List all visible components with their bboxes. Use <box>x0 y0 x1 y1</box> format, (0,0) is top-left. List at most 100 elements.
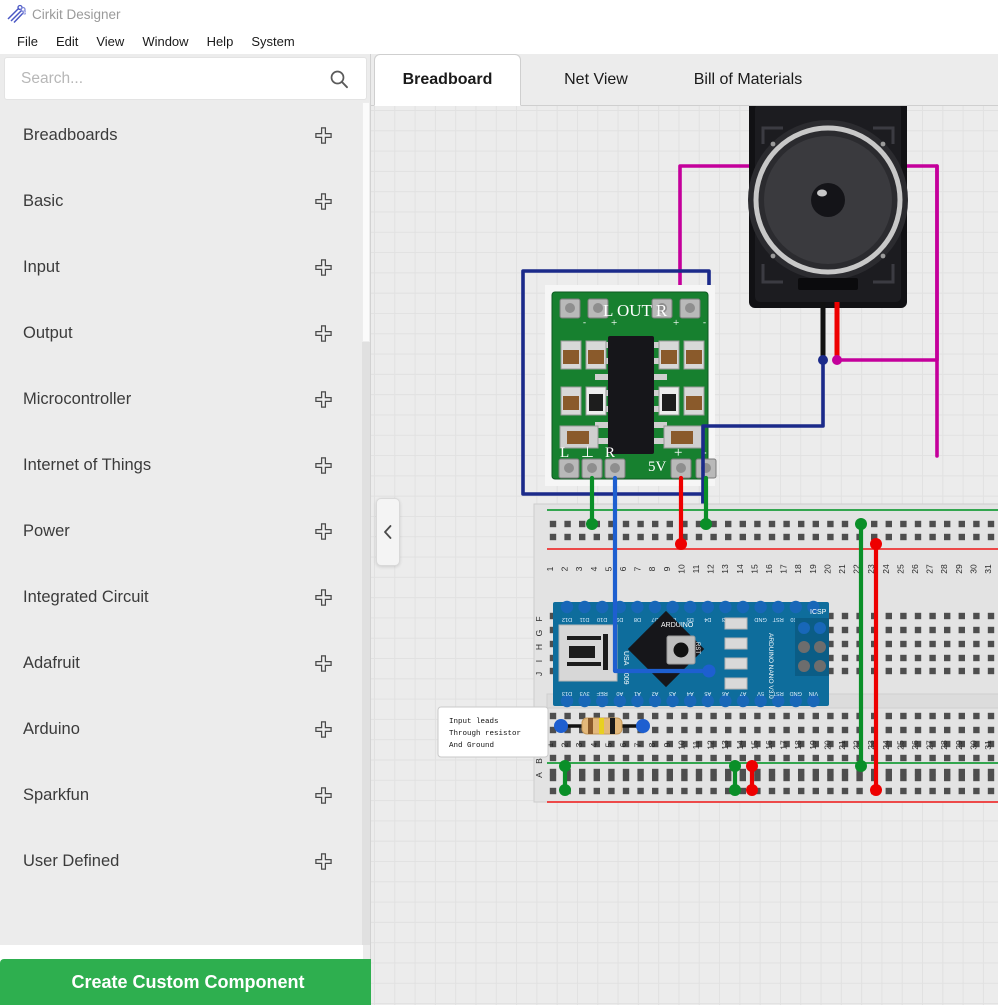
breadboard-hole[interactable] <box>944 754 951 762</box>
breadboard-hole[interactable] <box>579 520 586 528</box>
breadboard-hole[interactable] <box>695 768 703 776</box>
menu-item-system[interactable]: System <box>242 32 303 51</box>
breadboard-hole[interactable] <box>768 774 776 782</box>
breadboard-hole[interactable] <box>973 774 980 782</box>
breadboard-hole[interactable] <box>958 712 965 720</box>
breadboard-hole[interactable] <box>885 626 892 634</box>
breadboard-hole[interactable] <box>900 520 907 528</box>
plus-icon[interactable] <box>314 258 333 277</box>
breadboard-hole[interactable] <box>593 787 600 795</box>
breadboard-hole[interactable] <box>637 533 644 541</box>
breadboard-hole[interactable] <box>987 754 995 762</box>
breadboard-hole[interactable] <box>739 533 746 541</box>
sidebar-scrollbar-thumb[interactable] <box>362 102 370 342</box>
breadboard-hole[interactable] <box>637 754 644 762</box>
breadboard-hole[interactable] <box>958 774 965 782</box>
breadboard-hole[interactable] <box>827 533 834 541</box>
nano-pin[interactable] <box>596 600 609 614</box>
breadboard-hole[interactable] <box>783 533 790 541</box>
breadboard-hole[interactable] <box>885 612 892 620</box>
breadboard-hole[interactable] <box>827 712 834 720</box>
breadboard-hole[interactable] <box>944 520 951 528</box>
nano-pin[interactable] <box>719 600 732 614</box>
breadboard-hole[interactable] <box>841 667 849 675</box>
breadboard-hole[interactable] <box>798 774 805 782</box>
sidebar-item-basic[interactable]: Basic <box>0 168 363 234</box>
breadboard-hole[interactable] <box>885 726 892 734</box>
breadboard-hole[interactable] <box>725 520 732 528</box>
breadboard-hole[interactable] <box>900 712 907 720</box>
breadboard-hole[interactable] <box>798 787 805 795</box>
breadboard-hole[interactable] <box>637 712 644 720</box>
breadboard-hole[interactable] <box>944 640 951 648</box>
plus-icon[interactable] <box>314 720 333 739</box>
breadboard-hole[interactable] <box>987 774 995 782</box>
breadboard-hole[interactable] <box>593 774 600 782</box>
breadboard-hole[interactable] <box>973 640 980 648</box>
breadboard-hole[interactable] <box>841 612 849 620</box>
breadboard-hole[interactable] <box>579 768 586 776</box>
breadboard-hole[interactable] <box>914 640 922 648</box>
breadboard-hole[interactable] <box>900 774 907 782</box>
arduino-nano[interactable]: D12D11D10D9D8D7D6D5D4D3D2GNDRSTRX0TX1 D1… <box>553 600 829 708</box>
breadboard-hole[interactable] <box>929 726 936 734</box>
breadboard-hole[interactable] <box>812 712 819 720</box>
breadboard-hole[interactable] <box>812 533 819 541</box>
breadboard-hole[interactable] <box>695 754 703 762</box>
plus-icon[interactable] <box>314 126 333 145</box>
breadboard-hole[interactable] <box>914 726 922 734</box>
breadboard-hole[interactable] <box>739 774 746 782</box>
breadboard-hole[interactable] <box>549 533 557 541</box>
breadboard-hole[interactable] <box>987 640 995 648</box>
breadboard-hole[interactable] <box>973 667 980 675</box>
breadboard-hole[interactable] <box>944 533 951 541</box>
breadboard-hole[interactable] <box>754 712 761 720</box>
breadboard-hole[interactable] <box>666 712 673 720</box>
breadboard-hole[interactable] <box>622 712 630 720</box>
nano-pin[interactable] <box>736 600 750 614</box>
breadboard-hole[interactable] <box>768 768 776 776</box>
sidebar-item-integrated-circuit[interactable]: Integrated Circuit <box>0 564 363 630</box>
breadboard-hole[interactable] <box>944 768 951 776</box>
breadboard-hole[interactable] <box>987 787 995 795</box>
breadboard-hole[interactable] <box>929 626 936 634</box>
breadboard-hole[interactable] <box>798 754 805 762</box>
breadboard-hole[interactable] <box>973 726 980 734</box>
nano-pin[interactable] <box>560 600 574 614</box>
breadboard-hole[interactable] <box>900 754 907 762</box>
breadboard-hole[interactable] <box>549 754 557 762</box>
breadboard-hole[interactable] <box>958 754 965 762</box>
breadboard-hole[interactable] <box>608 787 615 795</box>
breadboard-hole[interactable] <box>958 667 965 675</box>
sidebar-item-sparkfun[interactable]: Sparkfun <box>0 762 363 828</box>
breadboard-hole[interactable] <box>812 768 819 776</box>
breadboard-hole[interactable] <box>885 520 892 528</box>
breadboard-hole[interactable] <box>798 726 805 734</box>
breadboard-hole[interactable] <box>549 768 557 776</box>
breadboard-hole[interactable] <box>593 768 600 776</box>
breadboard-hole[interactable] <box>666 754 673 762</box>
breadboard-hole[interactable] <box>579 754 586 762</box>
plus-icon[interactable] <box>314 786 333 805</box>
breadboard-hole[interactable] <box>958 768 965 776</box>
sidebar-item-user-defined[interactable]: User Defined <box>0 828 363 894</box>
breadboard-hole[interactable] <box>987 520 995 528</box>
breadboard-hole[interactable] <box>798 712 805 720</box>
breadboard-hole[interactable] <box>914 654 922 662</box>
breadboard-hole[interactable] <box>944 712 951 720</box>
breadboard-hole[interactable] <box>739 768 746 776</box>
breadboard-hole[interactable] <box>652 754 659 762</box>
breadboard-hole[interactable] <box>812 787 819 795</box>
breadboard-hole[interactable] <box>739 726 746 734</box>
breadboard-hole[interactable] <box>783 774 790 782</box>
breadboard-hole[interactable] <box>987 667 995 675</box>
breadboard-hole[interactable] <box>725 533 732 541</box>
breadboard-hole[interactable] <box>958 726 965 734</box>
breadboard-hole[interactable] <box>579 533 586 541</box>
breadboard-hole[interactable] <box>681 726 688 734</box>
breadboard-hole[interactable] <box>666 787 673 795</box>
breadboard-hole[interactable] <box>900 626 907 634</box>
breadboard-hole[interactable] <box>914 774 922 782</box>
breadboard-hole[interactable] <box>637 774 644 782</box>
breadboard-hole[interactable] <box>564 712 571 720</box>
